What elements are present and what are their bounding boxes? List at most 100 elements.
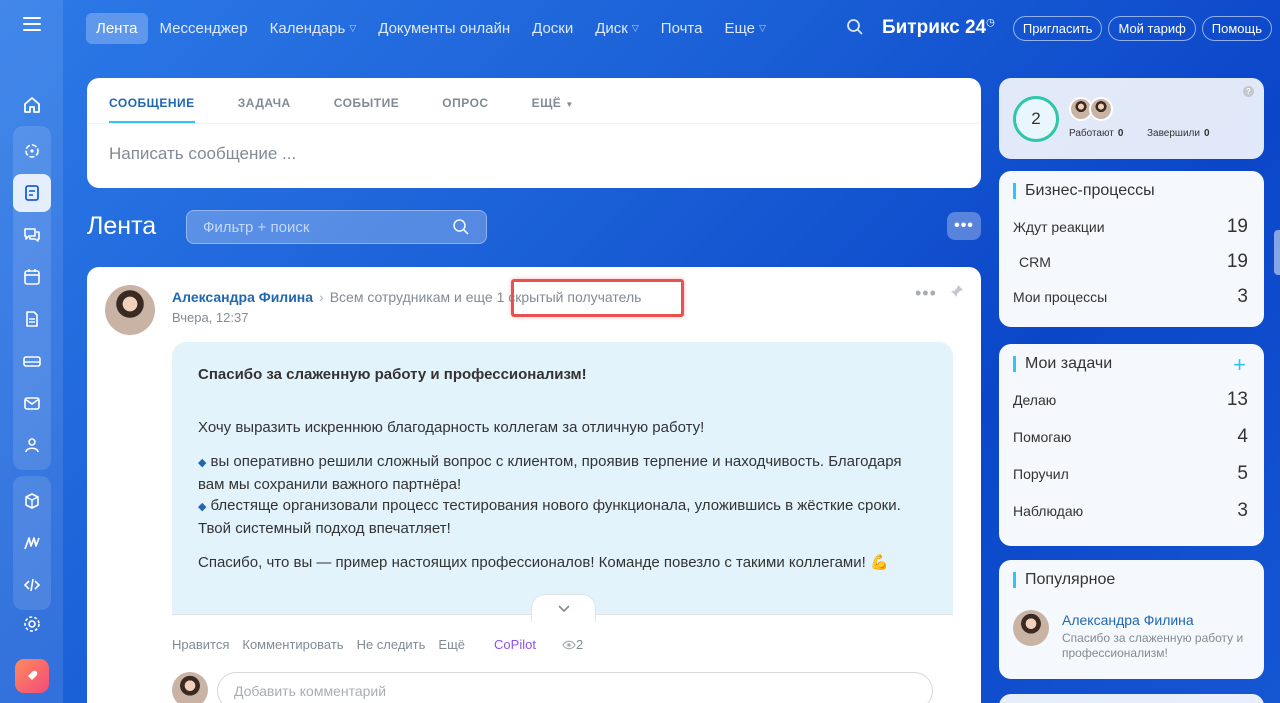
my-tasks-widget: Мои задачи + Делаю 13 Помогаю 4 Поручил 5 На… (999, 344, 1264, 546)
nav-label: Документы онлайн (378, 19, 511, 37)
stat-value: 0 (1117, 128, 1124, 139)
add-task-plus-icon[interactable]: + (1233, 352, 1246, 378)
user-avatar[interactable] (1089, 97, 1113, 121)
more-button[interactable]: Ещё (438, 637, 465, 652)
scrollbar-handle[interactable] (1274, 230, 1280, 275)
nav-boards[interactable]: Доски (522, 13, 583, 44)
diamond-icon: ◆ (198, 457, 207, 469)
recipients-text[interactable]: Всем сотрудникам и еще (330, 289, 493, 305)
post-time[interactable]: Вчера, 12:37 (172, 310, 248, 325)
popular-post-text[interactable]: Спасибо за слаженную работу и профессион… (1062, 631, 1252, 661)
crm-icon[interactable] (13, 132, 51, 170)
row-label: Делаю (1013, 392, 1057, 408)
tab-event[interactable]: СОБЫТИЕ (334, 78, 400, 123)
help-button[interactable]: Помощь (1201, 15, 1272, 41)
widget-title[interactable]: Бизнес-процессы (999, 171, 1264, 200)
comment-input[interactable]: Добавить комментарий (217, 672, 933, 703)
chevron-down-icon (557, 604, 570, 612)
row-value: 13 (1226, 389, 1248, 410)
nav-label: Почта (660, 19, 703, 37)
tasks-row-doing[interactable]: Делаю 13 (999, 389, 1264, 411)
market-icon[interactable] (13, 482, 51, 520)
drive-icon[interactable] (13, 342, 51, 380)
composer-tabs: СООБЩЕНИЕ ЗАДАЧА СОБЫТИЕ ОПРОС ЕЩЁ ▼ (87, 78, 981, 124)
messenger-icon[interactable] (13, 216, 51, 254)
bitrix-logo[interactable]: Битрикс 24◷ (882, 17, 995, 39)
mail-icon[interactable] (13, 384, 51, 422)
nav-disk[interactable]: Диск ▽ (585, 13, 649, 44)
help-icon[interactable]: ? (1243, 86, 1254, 97)
row-value: 3 (1237, 286, 1248, 307)
nav-feed[interactable]: Лента (86, 12, 148, 44)
row-label: Поручил (1013, 466, 1069, 482)
nav-messenger[interactable]: Мессенджер (150, 13, 258, 44)
nav-label: Доски (532, 19, 574, 37)
views-counter[interactable]: 2 (562, 637, 596, 652)
feed-more-button[interactable]: ••• (947, 212, 981, 240)
invite-button[interactable]: Пригласить (1012, 15, 1103, 41)
workflow-stats-widget: 2 Работают 0 Завершили 0 ? (999, 78, 1264, 159)
automation-icon[interactable] (13, 524, 51, 562)
nav-more[interactable]: Еще ▽ (714, 13, 775, 44)
nav-documents[interactable]: Документы онлайн (368, 13, 520, 44)
done-stat: Завершили 0 (1147, 128, 1210, 139)
row-label: Помогаю (1013, 429, 1072, 445)
popular-author-avatar[interactable] (1013, 610, 1049, 646)
feed-icon[interactable] (12, 174, 51, 212)
tasks-row-helping[interactable]: Помогаю 4 (999, 426, 1264, 448)
left-sidebar (0, 0, 63, 703)
message-input[interactable]: Написать сообщение ... (87, 124, 981, 184)
menu-icon[interactable] (22, 14, 42, 34)
row-label: CRM (1019, 254, 1051, 270)
accent-bar (1013, 183, 1016, 199)
search-icon[interactable] (846, 18, 866, 38)
tab-more[interactable]: ЕЩЁ ▼ (532, 78, 574, 123)
tasks-row-assigned[interactable]: Поручил 5 (999, 463, 1264, 485)
comment-button[interactable]: Комментировать (242, 637, 343, 652)
like-button[interactable]: Нравится (172, 637, 229, 652)
post-actions: Нравится Комментировать Не следить Ещё C… (172, 637, 609, 652)
author-avatar[interactable] (105, 285, 155, 335)
team-icon[interactable] (13, 426, 51, 464)
bp-row-my-processes[interactable]: Мои процессы 3 (999, 286, 1264, 308)
tariff-button[interactable]: Мой тариф (1108, 15, 1196, 41)
stat-value: 0 (1203, 128, 1210, 139)
tab-more-label: ЕЩЁ (531, 96, 562, 110)
search-icon[interactable] (452, 218, 470, 236)
feed-post: Александра Филина › Всем сотрудникам и еще… (87, 267, 981, 703)
nav-label: Лента (96, 19, 138, 37)
sidebar-group-tools (12, 476, 51, 610)
developer-code-icon[interactable] (13, 566, 51, 604)
counter-circle[interactable]: 2 (1013, 96, 1059, 142)
post-bullet: ◆ вы оперативно решили сложный вопрос с к… (198, 451, 927, 495)
tab-message[interactable]: СООБЩЕНИЕ (109, 78, 195, 123)
copilot-button[interactable]: CoPilot (494, 637, 536, 652)
row-value: 4 (1237, 426, 1248, 447)
expand-post-button[interactable] (531, 594, 596, 622)
post-title: Спасибо за слаженную работу и профессион… (198, 366, 587, 383)
tab-poll[interactable]: ОПРОС (442, 78, 488, 123)
page-title: Лента (87, 212, 157, 240)
nav-calendar[interactable]: Календарь ▽ (260, 13, 367, 44)
chevron-right-icon: › (319, 289, 324, 305)
bp-row-crm[interactable]: CRM 19 (999, 251, 1264, 273)
nav-mail[interactable]: Почта (651, 13, 713, 44)
rocket-icon[interactable] (14, 659, 49, 693)
bp-row-waiting[interactable]: Ждут реакции 19 (999, 216, 1264, 238)
home-icon[interactable] (13, 86, 51, 124)
calendar-icon[interactable] (13, 258, 51, 296)
popular-author-link[interactable]: Александра Филина (1062, 612, 1194, 628)
settings-gear-icon[interactable] (13, 605, 51, 643)
post-menu-icon[interactable]: ••• (915, 283, 937, 304)
author-link[interactable]: Александра Филина (172, 289, 313, 305)
filter-search-input[interactable] (203, 218, 452, 236)
document-icon[interactable] (13, 300, 51, 338)
pin-icon[interactable] (949, 283, 965, 299)
filter-search-box[interactable] (186, 210, 487, 244)
tasks-row-watching[interactable]: Наблюдаю 3 (999, 500, 1264, 522)
row-label: Мои процессы (1013, 289, 1108, 305)
widget-title[interactable]: Мои задачи + (999, 344, 1264, 377)
tab-task[interactable]: ЗАДАЧА (238, 78, 291, 123)
unfollow-button[interactable]: Не следить (357, 637, 426, 652)
row-value: 5 (1237, 463, 1248, 484)
